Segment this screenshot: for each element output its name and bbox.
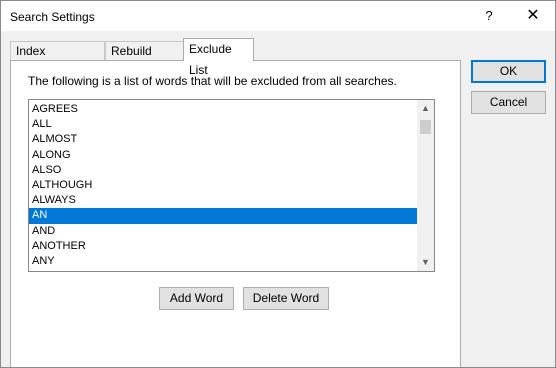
tab-exclude-list[interactable]: Exclude List <box>183 38 254 77</box>
add-word-button[interactable]: Add Word <box>159 287 234 310</box>
list-item[interactable]: ALL <box>29 117 418 132</box>
scrollbar-thumb[interactable] <box>420 120 431 134</box>
exclude-list-panel: The following is a list of words that wi… <box>10 60 461 367</box>
list-item[interactable]: ALTHOUGH <box>29 178 418 193</box>
list-item[interactable]: ALMOST <box>29 132 418 147</box>
list-item[interactable]: AND <box>29 224 418 239</box>
exclude-list-description: The following is a list of words that wi… <box>28 74 397 88</box>
ok-button[interactable]: OK <box>471 60 546 83</box>
list-item[interactable]: AGREES <box>29 102 418 117</box>
list-item[interactable]: ANY <box>29 254 418 269</box>
close-button[interactable]: ✕ <box>511 1 555 31</box>
search-settings-dialog: Search Settings ? ✕ Index Properties Reb… <box>0 0 556 368</box>
list-item[interactable]: ARE <box>29 269 418 271</box>
excluded-words-items: AGREES ALL ALMOST ALONG ALSO ALTHOUGH ALWAYS AN… <box>29 102 418 271</box>
tab-rebuild-index[interactable]: Rebuild Index <box>105 41 184 77</box>
excluded-words-listbox[interactable]: AGREES ALL ALMOST ALONG ALSO ALTHOUGH ALWAYS AN… <box>28 99 435 272</box>
list-item[interactable]: ALONG <box>29 148 418 163</box>
list-item[interactable]: ANOTHER <box>29 239 418 254</box>
list-item[interactable]: AN <box>29 208 418 224</box>
help-button[interactable]: ? <box>471 1 507 31</box>
scroll-down-arrow-icon[interactable]: ▼ <box>417 254 434 271</box>
list-item[interactable]: ALSO <box>29 163 418 178</box>
scroll-up-arrow-icon[interactable]: ▲ <box>417 100 434 117</box>
delete-word-button[interactable]: Delete Word <box>243 287 329 310</box>
title-bar: Search Settings ? ✕ <box>1 1 555 31</box>
tab-index-properties[interactable]: Index Properties <box>10 41 105 77</box>
cancel-button[interactable]: Cancel <box>471 91 546 114</box>
list-item[interactable]: ALWAYS <box>29 193 418 208</box>
window-title: Search Settings <box>10 10 95 24</box>
vertical-scrollbar[interactable]: ▲ ▼ <box>417 100 434 271</box>
